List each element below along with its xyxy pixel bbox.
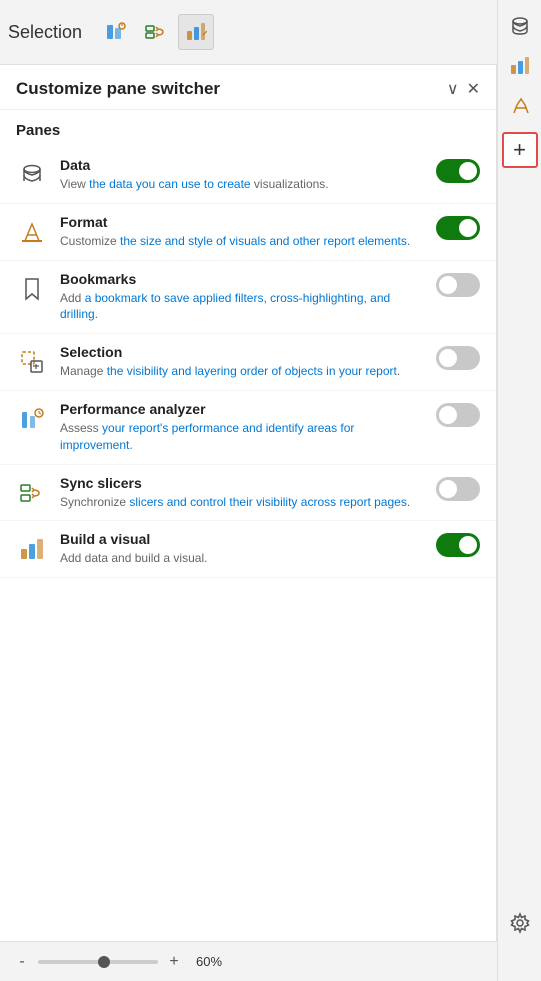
pane-content-build: Build a visual Add data and build a visua… xyxy=(60,531,424,567)
pane-content-performance: Performance analyzer Assess your report's… xyxy=(60,401,424,454)
pane-item-selection: Selection Manage the visibility and layer… xyxy=(0,334,496,391)
toggle-selection[interactable] xyxy=(436,346,480,370)
pane-name-build: Build a visual xyxy=(60,531,424,547)
pane-desc-build: Add data and build a visual. xyxy=(60,550,424,567)
pane-item-build: Build a visual Add data and build a visua… xyxy=(0,521,496,578)
pane-desc-performance: Assess your report's performance and ide… xyxy=(60,420,424,454)
pane-toggle-sync[interactable] xyxy=(436,477,480,506)
zoom-plus-button[interactable]: + xyxy=(164,953,184,971)
add-pane-button[interactable]: + xyxy=(502,132,538,168)
panel-header: Customize pane switcher ∨ ✕ xyxy=(0,65,496,110)
bookmarks-icon xyxy=(16,273,48,305)
pane-content-data: Data View the data you can use to create … xyxy=(60,157,424,193)
bottom-bar: - + 60% xyxy=(0,941,541,981)
format-sidebar-icon[interactable] xyxy=(502,88,538,124)
pane-name-sync: Sync slicers xyxy=(60,475,424,491)
toggle-knob-data xyxy=(459,162,477,180)
pane-toggle-format[interactable] xyxy=(436,216,480,245)
pane-name-bookmarks: Bookmarks xyxy=(60,271,424,287)
pane-name-selection: Selection xyxy=(60,344,424,360)
format-icon xyxy=(16,216,48,248)
pane-content-sync: Sync slicers Synchronize slicers and cont… xyxy=(60,475,424,511)
build-icon xyxy=(16,533,48,565)
pane-item-bookmarks: Bookmarks Add a bookmark to save applied … xyxy=(0,261,496,335)
pane-toggle-selection[interactable] xyxy=(436,346,480,375)
selection-icon xyxy=(16,346,48,378)
toggle-knob-build xyxy=(459,536,477,554)
toggle-format[interactable] xyxy=(436,216,480,240)
pane-toggle-data[interactable] xyxy=(436,159,480,188)
panes-label: Panes xyxy=(0,110,496,147)
toggle-knob-sync xyxy=(439,480,457,498)
pane-content-format: Format Customize the size and style of vi… xyxy=(60,214,424,250)
pane-toggle-build[interactable] xyxy=(436,533,480,562)
pane-desc-selection: Manage the visibility and layering order… xyxy=(60,363,424,380)
plus-icon: + xyxy=(513,137,526,163)
toggle-knob-selection xyxy=(439,349,457,367)
top-bar: Selection xyxy=(0,0,541,65)
data-sidebar-icon[interactable] xyxy=(502,8,538,44)
zoom-percent: 60% xyxy=(196,954,222,969)
toggle-knob-performance xyxy=(439,406,457,424)
performance-icon xyxy=(16,403,48,435)
pane-item-format: Format Customize the size and style of vi… xyxy=(0,204,496,261)
panel-header-actions: ∨ ✕ xyxy=(447,79,480,99)
pane-name-format: Format xyxy=(60,214,424,230)
zoom-minus-button[interactable]: - xyxy=(12,953,32,971)
pane-desc-data: View the data you can use to create visu… xyxy=(60,176,424,193)
pane-content-bookmarks: Bookmarks Add a bookmark to save applied … xyxy=(60,271,424,324)
panel-close-icon[interactable]: ✕ xyxy=(467,79,480,99)
toggle-bookmarks[interactable] xyxy=(436,273,480,297)
settings-sidebar-icon[interactable] xyxy=(502,905,538,941)
pane-desc-format: Customize the size and style of visuals … xyxy=(60,233,424,250)
build-visual-topbar-icon[interactable] xyxy=(178,14,214,50)
right-sidebar: + xyxy=(497,0,541,981)
sync-slicers-topbar-icon[interactable] xyxy=(138,14,174,50)
pane-name-performance: Performance analyzer xyxy=(60,401,424,417)
toggle-build[interactable] xyxy=(436,533,480,557)
toggle-sync[interactable] xyxy=(436,477,480,501)
top-bar-title: Selection xyxy=(8,22,82,43)
toggle-data[interactable] xyxy=(436,159,480,183)
toggle-knob-bookmarks xyxy=(439,276,457,294)
pane-item-sync: Sync slicers Synchronize slicers and cont… xyxy=(0,465,496,522)
toggle-performance[interactable] xyxy=(436,403,480,427)
data-icon xyxy=(16,159,48,191)
pane-toggle-bookmarks[interactable] xyxy=(436,273,480,302)
zoom-slider-thumb xyxy=(98,956,110,968)
zoom-slider[interactable] xyxy=(38,960,158,964)
toggle-knob-format xyxy=(459,219,477,237)
pane-toggle-performance[interactable] xyxy=(436,403,480,432)
performance-analyzer-topbar-icon[interactable] xyxy=(98,14,134,50)
pane-desc-bookmarks: Add a bookmark to save applied filters, … xyxy=(60,290,424,324)
main-panel: Customize pane switcher ∨ ✕ Panes Data Vi… xyxy=(0,65,497,981)
pane-desc-sync: Synchronize slicers and control their vi… xyxy=(60,494,424,511)
pane-item-data: Data View the data you can use to create … xyxy=(0,147,496,204)
sync-icon xyxy=(16,477,48,509)
pane-content-selection: Selection Manage the visibility and layer… xyxy=(60,344,424,380)
build-sidebar-icon[interactable] xyxy=(502,48,538,84)
panel-chevron-icon[interactable]: ∨ xyxy=(447,79,459,99)
pane-item-performance: Performance analyzer Assess your report's… xyxy=(0,391,496,465)
panes-container: Data View the data you can use to create … xyxy=(0,147,496,578)
top-bar-icons xyxy=(98,14,214,50)
pane-name-data: Data xyxy=(60,157,424,173)
panel-title: Customize pane switcher xyxy=(16,79,220,99)
